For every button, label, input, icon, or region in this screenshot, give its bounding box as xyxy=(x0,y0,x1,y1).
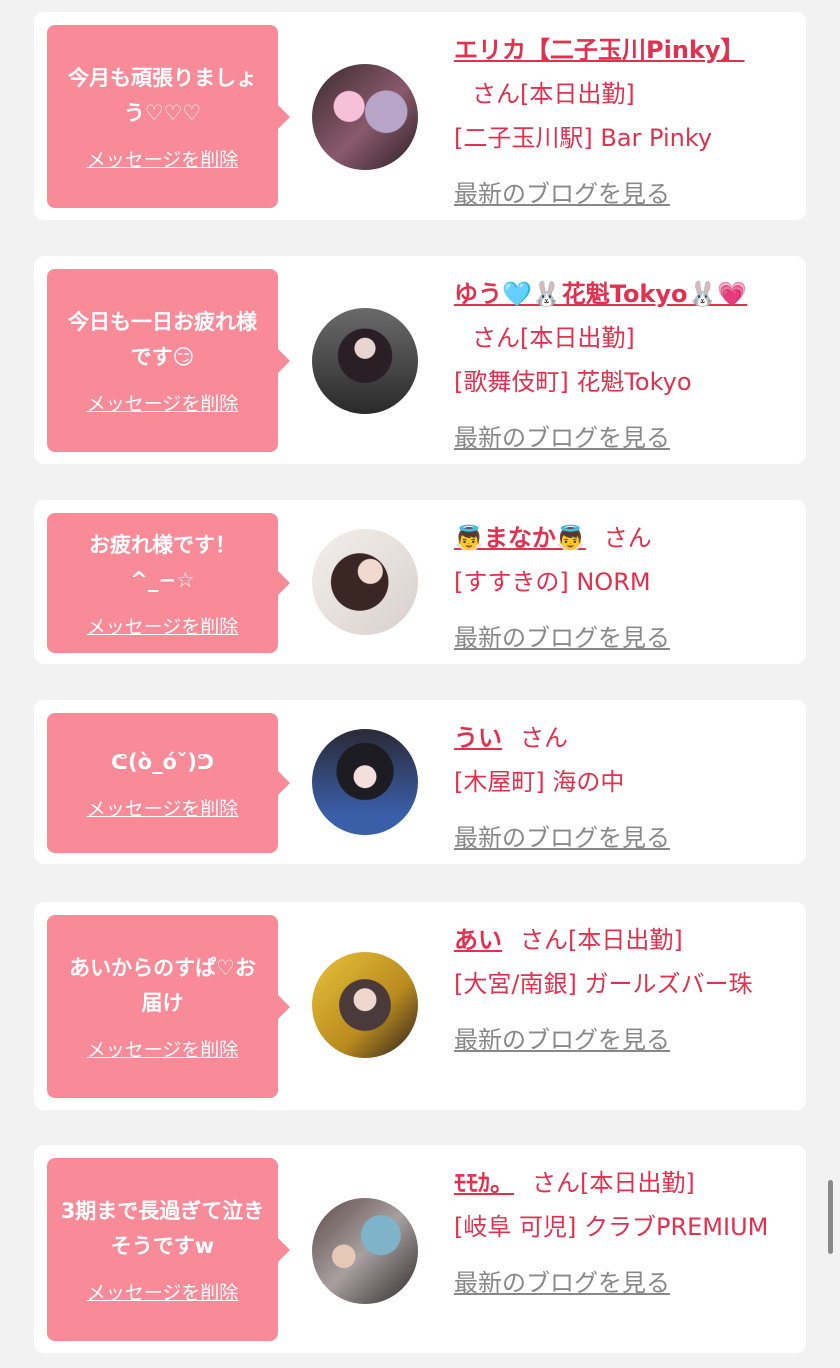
message-bubble: 3期まで長過ぎて泣きそうですw メッセージを削除 xyxy=(47,1158,290,1341)
message-bubble: お疲れ様です！ ^_−☆ メッセージを削除 xyxy=(47,513,290,653)
message-bubble: ᕦ(ò_óˇ)ᕤ メッセージを削除 xyxy=(47,713,290,853)
cast-suffix: さん xyxy=(532,1169,580,1197)
latest-blog-link[interactable]: 最新のブログを見る xyxy=(454,416,784,460)
latest-blog-link[interactable]: 最新のブログを見る xyxy=(454,172,784,216)
status-text: [本日出勤] xyxy=(520,324,635,352)
latest-blog-link[interactable]: 最新のブログを見る xyxy=(454,1261,784,1305)
shop-text: [歌舞伎町] 花魁Tokyo xyxy=(454,368,692,396)
message-bubble: あいからのすぱ♡お届け メッセージを削除 xyxy=(47,915,290,1098)
cast-name-link[interactable]: あい xyxy=(454,926,502,954)
delete-message-link[interactable]: メッセージを削除 xyxy=(87,1035,239,1062)
delete-message-link[interactable]: メッセージを削除 xyxy=(87,145,239,172)
shop-text: [二子玉川駅] Bar Pinky xyxy=(454,124,713,152)
message-bubble: 今月も頑張りましょう♡♡♡ メッセージを削除 xyxy=(47,25,290,208)
message-text: あいからのすぱ♡お届け xyxy=(69,956,256,1015)
scrollbar[interactable] xyxy=(828,1180,833,1254)
message-card: 今日も一日お疲れ様です😏 メッセージを削除 ゆう🩵🐰花魁Tokyo🐰💗 さん[本日… xyxy=(34,256,806,464)
avatar[interactable] xyxy=(312,529,418,635)
avatar[interactable] xyxy=(312,729,418,835)
latest-blog-link[interactable]: 最新のブログを見る xyxy=(454,1018,784,1062)
message-card: 今月も頑張りましょう♡♡♡ メッセージを削除 エリカ【二子玉川Pinky】さん[… xyxy=(34,12,806,220)
message-text: ᕦ(ò_óˇ)ᕤ xyxy=(110,750,215,774)
cast-name-link[interactable]: ゆう🩵🐰花魁Tokyo🐰💗 xyxy=(454,280,747,308)
message-text: お疲れ様です！ ^_−☆ xyxy=(89,532,236,592)
message-card: お疲れ様です！ ^_−☆ メッセージを削除 👼まなか👼 さん [すすきの] NOR… xyxy=(34,500,806,664)
shop-text: [岐阜 可児] クラブPREMIUM xyxy=(454,1213,769,1241)
delete-message-link[interactable]: メッセージを削除 xyxy=(87,794,239,821)
shop-text: [すすきの] NORM xyxy=(454,568,651,596)
shop-text: [大宮/南銀] ガールズバー珠 xyxy=(454,970,753,998)
delete-message-link[interactable]: メッセージを削除 xyxy=(87,1278,239,1305)
message-text: 今月も頑張りましょう♡♡♡ xyxy=(68,66,257,125)
cast-info: あい さん[本日出勤] [大宮/南銀] ガールズバー珠 最新のブログを見る xyxy=(454,918,784,1062)
status-text: [本日出勤] xyxy=(568,926,683,954)
avatar[interactable] xyxy=(312,308,418,414)
latest-blog-link[interactable]: 最新のブログを見る xyxy=(454,616,784,660)
cast-info: ﾓﾓｶ。 さん[本日出勤] [岐阜 可児] クラブPREMIUM 最新のブログを見… xyxy=(454,1161,784,1305)
message-card: 3期まで長過ぎて泣きそうですw メッセージを削除 ﾓﾓｶ。 さん[本日出勤] [岐… xyxy=(34,1145,806,1353)
cast-suffix: さん xyxy=(472,80,520,108)
cast-name-link[interactable]: ﾓﾓｶ。 xyxy=(454,1169,514,1197)
shop-text: [木屋町] 海の中 xyxy=(454,768,625,796)
delete-message-link[interactable]: メッセージを削除 xyxy=(87,612,239,639)
cast-suffix: さん xyxy=(472,324,520,352)
message-text: 今日も一日お疲れ様です😏 xyxy=(68,310,257,369)
message-bubble: 今日も一日お疲れ様です😏 メッセージを削除 xyxy=(47,269,290,452)
message-text: 3期まで長過ぎて泣きそうですw xyxy=(60,1199,265,1258)
cast-name-link[interactable]: うい xyxy=(454,724,502,752)
cast-info: エリカ【二子玉川Pinky】さん[本日出勤] [二子玉川駅] Bar Pinky… xyxy=(454,28,784,216)
delete-message-link[interactable]: メッセージを削除 xyxy=(87,389,239,416)
cast-info: うい さん [木屋町] 海の中 最新のブログを見る xyxy=(454,716,784,860)
status-text: [本日出勤] xyxy=(520,80,635,108)
message-card: ᕦ(ò_óˇ)ᕤ メッセージを削除 うい さん [木屋町] 海の中 最新のブログを… xyxy=(34,700,806,864)
latest-blog-link[interactable]: 最新のブログを見る xyxy=(454,816,784,860)
avatar[interactable] xyxy=(312,64,418,170)
cast-name-link[interactable]: エリカ【二子玉川Pinky】 xyxy=(454,36,745,64)
avatar[interactable] xyxy=(312,952,418,1058)
avatar[interactable] xyxy=(312,1198,418,1304)
cast-info: 👼まなか👼 さん [すすきの] NORM 最新のブログを見る xyxy=(454,516,784,660)
cast-info: ゆう🩵🐰花魁Tokyo🐰💗 さん[本日出勤] [歌舞伎町] 花魁Tokyo 最新の… xyxy=(454,272,784,460)
status-text: [本日出勤] xyxy=(580,1169,695,1197)
message-card: あいからのすぱ♡お届け メッセージを削除 あい さん[本日出勤] [大宮/南銀] … xyxy=(34,902,806,1110)
cast-suffix: さん xyxy=(520,926,568,954)
cast-name-link[interactable]: 👼まなか👼 xyxy=(454,524,586,552)
cast-suffix: さん xyxy=(520,724,568,752)
cast-suffix: さん xyxy=(603,524,652,552)
